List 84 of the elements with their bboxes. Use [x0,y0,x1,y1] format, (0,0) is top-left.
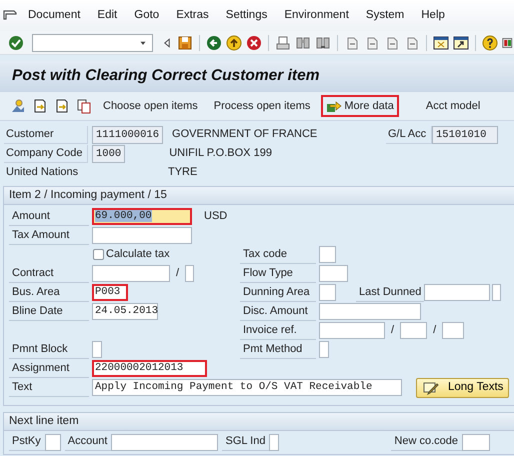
city-text: TYRE [168,165,198,180]
copy-icon[interactable] [76,98,92,114]
new-session-icon[interactable] [432,34,449,50]
menu-item[interactable]: Help [421,6,454,24]
menu-item[interactable]: System [366,6,414,24]
find-next-icon[interactable] [315,34,332,50]
separator-text: / [175,266,180,282]
separator-text: / [432,323,438,338]
toolbar-button[interactable]: Choose open items [98,95,203,117]
long-texts-button[interactable]: Long Texts [416,378,510,398]
checkbox-label: Calculate tax [106,247,170,262]
print-icon[interactable] [275,34,292,50]
currency-text: USD [203,209,228,224]
field-label: Flow Type [240,264,316,282]
enter-icon[interactable] [8,34,24,50]
toolbar-button[interactable]: More data [321,95,399,117]
field-label: Tax Amount [9,226,89,244]
field-label: Contract [9,264,89,282]
separator-text: / [390,323,396,338]
input-field[interactable] [319,284,336,301]
field-label: Amount [9,208,89,226]
field-label: Text [9,378,89,396]
screen-title: Post with Clearing Correct Customer item [12,66,320,86]
input-field[interactable] [92,341,102,358]
field-label: Dunning Area [240,284,316,302]
group-title: Next line item [4,413,514,431]
save-icon[interactable] [177,34,194,50]
document-icon[interactable] [32,98,48,114]
input-field[interactable] [424,284,490,301]
readonly-field: 1000 [92,144,126,162]
field-label: Bus. Area [9,284,89,302]
field-label: Bline Date [9,302,89,320]
field-label: Company Code [4,144,88,162]
menu-item[interactable]: Extras [176,6,218,24]
input-field[interactable] [92,227,192,244]
input-field[interactable] [319,303,421,320]
toolbar-button[interactable]: Acct model [420,95,486,117]
input-field[interactable] [492,284,501,301]
input-field[interactable] [442,322,464,339]
field-label: Invoice ref. [240,322,316,340]
input-field[interactable]: 22000002012013 [92,360,207,377]
group-title: Item 2 / Incoming payment / 15 [4,187,514,205]
back-icon[interactable] [206,34,222,50]
field-label: Customer [4,126,88,144]
readonly-field: 1111000016 [92,126,164,144]
company-name: United Nations [5,165,80,180]
input-field[interactable] [269,434,280,450]
command-field[interactable] [32,34,154,52]
input-field[interactable] [319,265,348,282]
input-field[interactable] [185,265,194,282]
input-field[interactable]: Apply Incoming Payment to O/S VAT Receivable [92,379,402,396]
input-field[interactable] [400,322,428,339]
field-label: Tax code [240,246,316,264]
input-field[interactable] [319,341,329,358]
input-field[interactable]: P003 [92,284,128,301]
readonly-field: 15101010 [432,126,498,144]
menu-item[interactable]: Settings [226,6,276,24]
input-field[interactable] [44,434,61,450]
toolbar-button[interactable]: Process open items [208,95,316,117]
checkbox[interactable] [93,249,104,260]
input-field[interactable] [319,322,385,339]
customer-name: GOVERNMENT OF FRANCE [172,127,318,142]
menu-item[interactable]: Edit [97,6,126,24]
find-icon[interactable] [295,34,312,50]
menu-item[interactable]: Document [28,6,90,24]
edit-text-icon [422,380,440,396]
input-field[interactable] [92,265,170,282]
exit-icon[interactable] [226,34,242,50]
input-field[interactable]: 24.05.2013 [92,303,158,320]
person-icon[interactable] [10,98,26,114]
menu-item[interactable]: Environment [284,6,358,24]
input-field[interactable] [319,246,336,263]
address-text: UNIFIL P.O.BOX 199 [169,146,272,162]
field-label: Disc. Amount [240,302,316,320]
cancel-icon[interactable] [246,34,262,50]
field-label: Assignment [9,360,89,378]
input-field[interactable] [462,434,490,450]
input-field[interactable]: 69.000,00 [92,208,192,225]
shortcut-icon[interactable] [452,34,469,50]
field-label: Pmt Method [240,340,316,358]
menu-item[interactable]: Goto [134,6,168,24]
input-field[interactable] [111,434,218,450]
field-label: Pmnt Block [9,340,89,358]
help-icon[interactable] [482,34,498,50]
